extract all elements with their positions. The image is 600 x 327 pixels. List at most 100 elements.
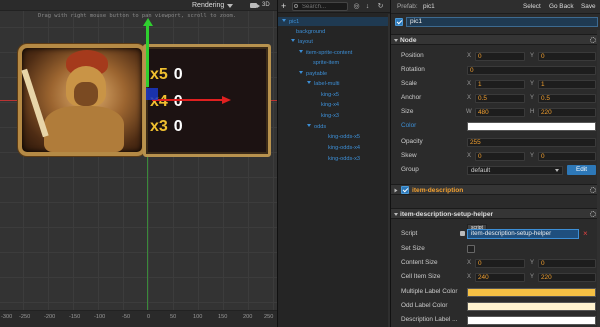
scale-label: Scale <box>401 80 417 87</box>
expand-arrow-icon[interactable] <box>299 71 303 74</box>
chevron-right-icon <box>394 188 398 193</box>
3d-toggle-button[interactable]: 3D <box>262 1 270 10</box>
set-size-checkbox[interactable] <box>467 245 475 253</box>
tree-node-label: sprite-item <box>313 60 340 66</box>
tree-node-king-odds-x4[interactable]: king-odds-x4 <box>328 144 360 152</box>
opacity-field[interactable]: 255 <box>467 138 596 147</box>
multiple-label-color-label: Multiple Label Color <box>401 288 458 295</box>
item-description-enabled-checkbox[interactable] <box>401 186 409 194</box>
ruler-tick: 50 <box>170 314 177 320</box>
tree-node-label-multi[interactable]: label-multi <box>307 80 340 88</box>
skew-x-field[interactable]: 0 <box>475 152 525 161</box>
tree-node-king-odds-x5[interactable]: king-odds-x5 <box>328 133 360 141</box>
multiplier-value: 0 <box>173 93 183 110</box>
rotation-field[interactable]: 0 <box>467 66 596 75</box>
tree-node-pic1[interactable]: pic1 <box>282 18 299 26</box>
expand-arrow-icon[interactable] <box>282 19 286 22</box>
content-size-x-field[interactable]: 0 <box>475 259 525 268</box>
axis-y-label: Y <box>530 81 535 87</box>
tree-node-king-x3[interactable]: king-x3 <box>321 112 339 120</box>
edit-group-button[interactable]: Edit <box>567 165 596 175</box>
expand-arrow-icon[interactable] <box>291 39 295 42</box>
tree-node-label: king-x4 <box>321 102 340 108</box>
chevron-down-icon <box>555 169 559 172</box>
tree-node-item-sprite-content[interactable]: item-sprite-content <box>299 49 352 57</box>
odd-label-color-swatch[interactable] <box>467 302 596 311</box>
camera-icon[interactable] <box>246 1 260 10</box>
cell-item-size-y-field[interactable]: 220 <box>538 273 596 282</box>
gear-icon[interactable] <box>590 211 596 217</box>
move-gizmo-y-arrow[interactable] <box>143 18 153 26</box>
tree-node-label: label-multi <box>314 81 340 87</box>
node-name-input[interactable]: pic1 <box>406 17 598 27</box>
move-gizmo-x-arrow[interactable] <box>222 96 231 104</box>
multiple-label-color-swatch[interactable] <box>467 288 596 297</box>
content-size-y-field[interactable]: 0 <box>538 259 596 268</box>
expand-arrow-icon[interactable] <box>299 50 303 53</box>
tree-node-king-x4[interactable]: king-x4 <box>321 101 339 109</box>
axis-x-label: X <box>467 53 472 59</box>
ruler-tick: 100 <box>193 314 203 320</box>
scene-toolbar: Rendering 3D <box>0 0 277 11</box>
scale-x-field[interactable]: 1 <box>475 80 525 89</box>
anchor-label: Anchor <box>401 94 422 101</box>
node-name-row: pic1 <box>391 15 600 29</box>
size-height-field[interactable]: 220 <box>538 108 596 117</box>
scene-viewport[interactable]: x5 0 x4 0 x3 0 Rendering 3D Drag with right… <box>0 0 277 327</box>
cell-item-size-x-field[interactable]: 240 <box>475 273 525 282</box>
rendering-dropdown[interactable]: Rendering <box>192 1 234 10</box>
script-field[interactable]: item-description-setup-helper <box>467 229 579 239</box>
item-description-section-header[interactable]: item-description <box>391 184 600 195</box>
collapse-icon[interactable]: ↓ <box>363 2 372 11</box>
tree-node-background[interactable]: background <box>296 28 325 36</box>
tree-node-label: background <box>296 29 326 35</box>
axis-x-label: X <box>467 95 472 101</box>
tree-node-king-odds-x3[interactable]: king-odds-x3 <box>328 155 360 163</box>
tree-node-label: odds <box>314 124 327 130</box>
anchor-x-field[interactable]: 0.5 <box>475 94 525 103</box>
tree-node-label: layout <box>298 39 313 45</box>
axis-y-label: Y <box>530 274 535 280</box>
expand-arrow-icon[interactable] <box>307 81 311 84</box>
remove-script-icon[interactable]: × <box>583 229 588 239</box>
select-button[interactable]: Select <box>523 3 541 10</box>
move-gizmo-y-shaft[interactable] <box>146 25 149 87</box>
group-select[interactable]: default <box>467 166 563 175</box>
node-active-checkbox[interactable] <box>395 18 403 26</box>
gear-icon[interactable] <box>590 37 596 43</box>
tree-node-layout[interactable]: layout <box>291 38 313 46</box>
node-section-header[interactable]: Node <box>391 34 600 45</box>
gear-icon[interactable] <box>590 187 596 193</box>
move-gizmo-x-shaft[interactable] <box>152 99 224 101</box>
position-x-field[interactable]: 0 <box>475 52 525 61</box>
horizontal-ruler: -300 -250 -200 -150 -100 -50 0 50 100 15… <box>0 310 277 327</box>
helper-section-header[interactable]: item-description-setup-helper <box>391 208 600 219</box>
expand-arrow-icon[interactable] <box>307 124 311 127</box>
anchor-y-field[interactable]: 0.5 <box>538 94 596 103</box>
tree-node-king-x5[interactable]: king-x5 <box>321 91 339 99</box>
move-gizmo-center-handle[interactable] <box>146 88 158 100</box>
tree-node-paytable[interactable]: paytable <box>299 70 327 78</box>
save-button[interactable]: Save <box>581 3 596 10</box>
tree-node-label: king-x5 <box>321 92 340 98</box>
refresh-icon[interactable]: ↻ <box>376 2 385 11</box>
hierarchy-toolbar: + ◎ ↓ ↻ <box>278 0 391 13</box>
go-back-button[interactable]: Go Back <box>549 3 574 10</box>
add-node-button[interactable]: + <box>281 1 286 11</box>
description-label-color-swatch[interactable] <box>467 316 596 325</box>
inspector-panel: Prefab: pic1 Select Go Back Save pic1 No… <box>390 0 600 327</box>
tree-node-odds[interactable]: odds <box>307 123 326 131</box>
tree-node-sprite-item[interactable]: sprite-item <box>313 59 339 67</box>
skew-y-field[interactable]: 0 <box>538 152 596 161</box>
chevron-down-icon <box>394 213 398 216</box>
chevron-down-icon <box>227 3 234 8</box>
skew-label: Skew <box>401 152 417 159</box>
axis-x-label: X <box>467 274 472 280</box>
position-y-field[interactable]: 0 <box>538 52 596 61</box>
locate-icon[interactable]: ◎ <box>352 2 361 11</box>
size-width-field[interactable]: 480 <box>475 108 525 117</box>
scale-y-field[interactable]: 1 <box>538 80 596 89</box>
color-swatch[interactable] <box>467 122 596 131</box>
hierarchy-search-input[interactable] <box>292 2 348 11</box>
tree-node-label: king-odds-x4 <box>328 145 361 151</box>
